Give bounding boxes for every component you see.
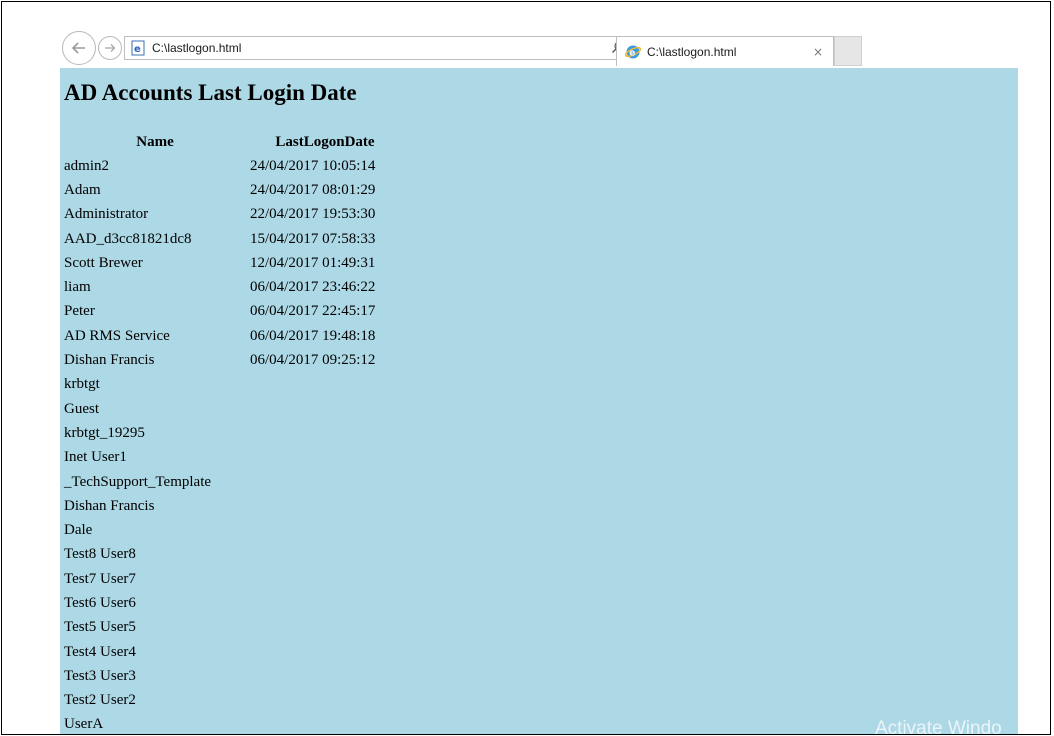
- table-row: Guest: [62, 397, 402, 421]
- cell-name: Guest: [64, 400, 99, 417]
- cell-name: Dishan Francis: [64, 352, 155, 369]
- url-text[interactable]: C:\lastlogon.html: [152, 41, 611, 55]
- svg-text:e: e: [629, 48, 635, 58]
- forward-button[interactable]: [98, 36, 122, 60]
- cell-name: admin2: [64, 157, 109, 174]
- screenshot-frame: e C:\lastlogon.html e C:\lastlogon.html …: [1, 1, 1051, 735]
- cell-name: liam: [64, 279, 91, 296]
- logon-table: Name LastLogonDate admin2 24/04/2017 10:0…: [62, 130, 402, 734]
- address-bar[interactable]: e C:\lastlogon.html: [124, 36, 666, 60]
- cell-name: _TechSupport_Template: [64, 473, 212, 490]
- browser-toolbar: e C:\lastlogon.html e C:\lastlogon.html …: [60, 30, 1018, 68]
- cell-date: 24/04/2017 10:05:14: [250, 157, 376, 174]
- cell-name: Administrator: [64, 206, 149, 223]
- table-row: Test3 User3: [62, 664, 402, 688]
- cell-name: UserA: [64, 716, 104, 733]
- cell-name: Peter: [64, 303, 95, 320]
- table-row: Adam 24/04/2017 08:01:29: [62, 178, 402, 202]
- cell-name: Test3 User3: [64, 667, 136, 684]
- cell-name: Adam: [64, 181, 101, 198]
- cell-date: [248, 713, 402, 734]
- page-title: AD Accounts Last Login Date: [64, 80, 357, 105]
- table-row: AD RMS Service 06/04/2017 19:48:18: [62, 324, 402, 348]
- cell-date: 06/04/2017 23:46:22: [250, 279, 376, 296]
- new-tab-button[interactable]: [834, 36, 862, 66]
- cell-name: Dishan Francis: [64, 497, 155, 514]
- table-row: krbtgt: [62, 373, 402, 397]
- cell-date: [248, 616, 402, 640]
- table-row: Dishan Francis 06/04/2017 09:25:12: [62, 348, 402, 372]
- table-row: Peter 06/04/2017 22:45:17: [62, 300, 402, 324]
- back-arrow-icon: [71, 42, 85, 54]
- cell-date: [248, 567, 402, 591]
- tab-title: C:\lastlogon.html: [647, 44, 737, 59]
- cell-date: [248, 470, 402, 494]
- cell-name: Scott Brewer: [64, 254, 143, 271]
- cell-date: [248, 421, 402, 445]
- table-row: Test4 User4: [62, 640, 402, 664]
- cell-date: 24/04/2017 08:01:29: [250, 181, 376, 198]
- browser-tab[interactable]: e C:\lastlogon.html ×: [616, 36, 834, 66]
- table-row: liam 06/04/2017 23:46:22: [62, 275, 402, 299]
- cell-name: Test6 User6: [64, 594, 136, 611]
- cell-date: [248, 640, 402, 664]
- cell-name: Test2 User2: [64, 692, 136, 709]
- cell-date: [248, 689, 402, 713]
- table-row: Dishan Francis: [62, 494, 402, 518]
- table-row: _TechSupport_Template: [62, 470, 402, 494]
- table-row: Test8 User8: [62, 543, 402, 567]
- cell-date: 22/04/2017 19:53:30: [250, 206, 376, 223]
- page-icon: e: [130, 40, 146, 56]
- cell-date: [248, 591, 402, 615]
- cell-date: 06/04/2017 09:25:12: [250, 352, 376, 369]
- forward-arrow-icon: [105, 44, 116, 52]
- cell-date: [248, 543, 402, 567]
- cell-name: krbtgt_19295: [64, 424, 145, 441]
- cell-name: Test5 User5: [64, 619, 136, 636]
- cell-date: [248, 518, 402, 542]
- table-row: Inet User1: [62, 446, 402, 470]
- table-row: admin2 24/04/2017 10:05:14: [62, 154, 402, 178]
- browser-window: e C:\lastlogon.html e C:\lastlogon.html …: [60, 30, 1018, 735]
- cell-date: 15/04/2017 07:58:33: [250, 230, 376, 247]
- cell-name: AAD_d3cc81821dc8: [64, 230, 192, 247]
- back-button[interactable]: [62, 31, 96, 65]
- table-row: Administrator 22/04/2017 19:53:30: [62, 203, 402, 227]
- cell-name: krbtgt: [64, 376, 100, 393]
- column-header-lastlogondate: LastLogonDate: [275, 133, 375, 150]
- table-header-row: Name LastLogonDate: [62, 130, 402, 154]
- cell-date: [248, 397, 402, 421]
- cell-date: 06/04/2017 22:45:17: [250, 303, 376, 320]
- svg-text:e: e: [134, 44, 141, 55]
- cell-date: 06/04/2017 19:48:18: [250, 327, 376, 344]
- table-row: Test5 User5: [62, 616, 402, 640]
- table-row: Test6 User6: [62, 591, 402, 615]
- cell-name: Test7 User7: [64, 570, 136, 587]
- cell-name: Test4 User4: [64, 643, 136, 660]
- table-row: krbtgt_19295: [62, 421, 402, 445]
- cell-date: [248, 446, 402, 470]
- table-row: Dale: [62, 518, 402, 542]
- cell-name: AD RMS Service: [64, 327, 170, 344]
- activate-windows-watermark: Activate Windo: [875, 718, 1002, 735]
- table-row: Test7 User7: [62, 567, 402, 591]
- close-tab-icon[interactable]: ×: [813, 45, 823, 59]
- cell-date: [248, 664, 402, 688]
- ie-icon: e: [625, 44, 641, 60]
- page-content: AD Accounts Last Login Date Name LastLog…: [60, 68, 1018, 735]
- cell-name: Inet User1: [64, 449, 127, 466]
- table-row: Test2 User2: [62, 689, 402, 713]
- cell-date: [248, 373, 402, 397]
- cell-date: [248, 494, 402, 518]
- cell-date: 12/04/2017 01:49:31: [250, 254, 376, 271]
- cell-name: Test8 User8: [64, 546, 136, 563]
- table-row: AAD_d3cc81821dc8 15/04/2017 07:58:33: [62, 227, 402, 251]
- column-header-name: Name: [136, 133, 174, 150]
- table-row: Scott Brewer 12/04/2017 01:49:31: [62, 251, 402, 275]
- cell-name: Dale: [64, 522, 93, 539]
- table-row: UserA: [62, 713, 402, 734]
